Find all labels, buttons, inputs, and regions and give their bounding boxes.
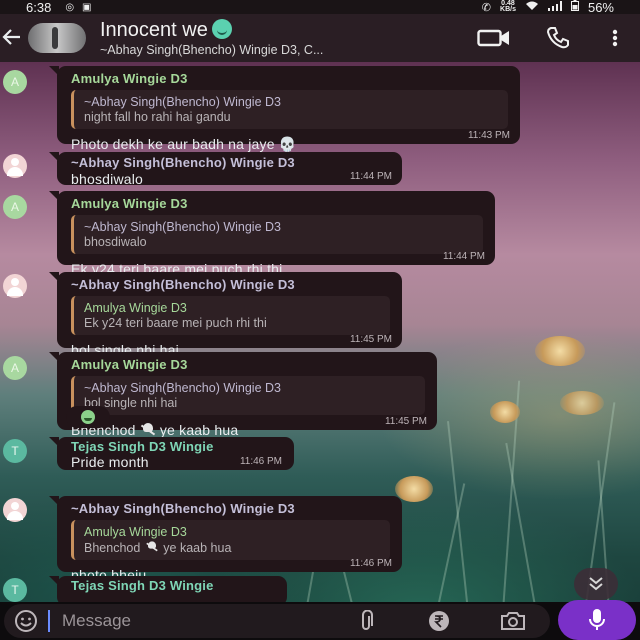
quote-text: night fall ho rahi hai gandu <box>84 110 231 124</box>
message-bubble[interactable]: Amulya Wingie D3 ~Abhay Singh(Bhencho) W… <box>49 352 437 438</box>
sender-avatar[interactable] <box>3 498 27 522</box>
message-list[interactable]: A Amulya Wingie D3 ~Abhay Singh(Bhencho)… <box>0 62 640 602</box>
message-bubble[interactable]: Amulya Wingie D3 ~Abhay Singh(Bhencho) W… <box>49 66 520 152</box>
message-text: Bhenchod ye kaab hua <box>71 422 425 438</box>
sender-name[interactable]: ~Abhay Singh(Bhencho) Wingie D3 <box>71 155 390 170</box>
sender-name[interactable]: ~Abhay Singh(Bhencho) Wingie D3 <box>71 501 390 516</box>
composer-bar <box>0 602 640 640</box>
sender-avatar[interactable]: A <box>3 356 27 380</box>
rupee-payment-icon[interactable] <box>402 609 476 633</box>
message-text-content: Photo dekh ke aur badh na jaye <box>71 136 275 152</box>
skull-emoji-icon: 💀 <box>278 136 297 152</box>
message-time: 11:46 PM <box>239 456 282 467</box>
attach-icon[interactable] <box>330 610 402 632</box>
header-actions <box>462 26 640 50</box>
group-title-text: Innocent we <box>100 19 208 41</box>
voice-call-icon[interactable] <box>526 26 590 50</box>
status-right: ✆ 0.48 KB/s 56% <box>482 0 614 15</box>
quote-text: bhosdiwalo <box>84 235 147 249</box>
status-time: 6:38 <box>26 0 52 15</box>
call-status-icon: ✆ <box>481 1 492 14</box>
quote-author: ~Abhay Singh(Bhencho) Wingie D3 <box>84 381 281 395</box>
message-input[interactable] <box>48 610 330 632</box>
sender-name[interactable]: Amulya Wingie D3 <box>71 196 483 211</box>
quoted-message[interactable]: ~Abhay Singh(Bhencho) Wingie D3 bol sing… <box>71 376 425 415</box>
network-speed: 0.48 KB/s <box>500 0 516 13</box>
group-title: Innocent we <box>100 19 400 42</box>
quote-text: Bhenchod ye kaab hua <box>84 540 382 555</box>
net-speed-unit: KB/s <box>500 6 516 13</box>
quote-text: bol single nhi hai <box>84 396 178 410</box>
relieved-face-emoji-icon <box>211 19 232 39</box>
grin-emoji-icon <box>81 410 95 424</box>
quote-author: Amulya Wingie D3 <box>84 525 187 539</box>
message-time: 11:45 PM <box>349 334 392 345</box>
group-info[interactable]: Innocent we ~Abhay Singh(Bhencho) Wingie… <box>100 19 400 57</box>
quote-text-before: Bhenchod <box>84 541 141 555</box>
notification-icons: ◎ ▣ <box>65 2 91 13</box>
group-members: ~Abhay Singh(Bhencho) Wingie D3, C... <box>100 43 324 57</box>
sender-avatar[interactable] <box>3 274 27 298</box>
skull-crossbones-icon <box>140 423 156 437</box>
sender-name[interactable]: Tejas Singh D3 Wingie <box>71 578 275 593</box>
sender-name[interactable]: Tejas Singh D3 Wingie <box>71 439 282 454</box>
quote-author: ~Abhay Singh(Bhencho) Wingie D3 <box>84 220 281 234</box>
chat-header: Innocent we ~Abhay Singh(Bhencho) Wingie… <box>0 14 640 62</box>
mic-icon <box>589 609 605 630</box>
quote-author: Amulya Wingie D3 <box>84 301 187 315</box>
message-text-after: ye kaab hua <box>159 422 239 438</box>
quote-text-after: ye kaab hua <box>163 541 232 555</box>
sender-avatar[interactable]: A <box>3 70 27 94</box>
message-time: 11:44 PM <box>349 171 392 182</box>
message-bubble[interactable]: Tejas Singh D3 Wingie Pride month 11:46 … <box>49 437 294 470</box>
sender-name[interactable]: Amulya Wingie D3 <box>71 71 508 86</box>
composer-pill <box>4 604 550 638</box>
quoted-message[interactable]: Amulya Wingie D3 Bhenchod ye kaab hua <box>71 520 390 560</box>
message-bubble[interactable]: ~Abhay Singh(Bhencho) Wingie D3 Amulya W… <box>49 272 402 358</box>
sender-avatar[interactable] <box>3 154 27 178</box>
sender-name[interactable]: Amulya Wingie D3 <box>71 357 425 372</box>
instagram-icon: ◎ <box>65 1 75 13</box>
message-reaction[interactable] <box>66 406 110 428</box>
skull-crossbones-icon <box>145 541 158 552</box>
sender-avatar[interactable]: T <box>3 578 27 602</box>
scroll-down-button[interactable] <box>574 568 618 600</box>
more-options-icon[interactable] <box>590 29 640 47</box>
camera-icon[interactable] <box>476 610 550 632</box>
message-time: 11:43 PM <box>467 130 510 141</box>
message-time: 11:46 PM <box>349 558 392 569</box>
quoted-message[interactable]: ~Abhay Singh(Bhencho) Wingie D3 night fa… <box>71 90 508 129</box>
group-avatar[interactable] <box>28 23 86 53</box>
message-time: 11:44 PM <box>442 251 485 262</box>
sender-avatar[interactable]: A <box>3 195 27 219</box>
sender-name[interactable]: ~Abhay Singh(Bhencho) Wingie D3 <box>71 277 390 292</box>
quoted-message[interactable]: Amulya Wingie D3 Ek y24 teri baare mei p… <box>71 296 390 335</box>
message-text: Photo dekh ke aur badh na jaye 💀 <box>71 136 508 153</box>
message-time: 11:45 PM <box>384 416 427 427</box>
video-call-icon[interactable] <box>462 28 526 48</box>
mic-button[interactable] <box>558 600 636 640</box>
quoted-message[interactable]: ~Abhay Singh(Bhencho) Wingie D3 bhosdiwa… <box>71 215 483 254</box>
message-bubble[interactable]: ~Abhay Singh(Bhencho) Wingie D3 Amulya W… <box>49 496 402 583</box>
quote-text: Ek y24 teri baare mei puch rhi thi <box>84 316 267 330</box>
scroll-down-icon <box>589 577 603 591</box>
signal-icon <box>547 0 562 14</box>
sender-avatar[interactable]: T <box>3 439 27 463</box>
quote-author: ~Abhay Singh(Bhencho) Wingie D3 <box>84 95 281 109</box>
battery-percent: 56% <box>587 0 614 15</box>
email-icon: ▣ <box>82 1 92 13</box>
message-bubble[interactable]: ~Abhay Singh(Bhencho) Wingie D3 bhosdiwa… <box>49 152 402 187</box>
emoji-icon[interactable] <box>4 609 48 633</box>
message-bubble[interactable]: Amulya Wingie D3 ~Abhay Singh(Bhencho) W… <box>49 191 495 277</box>
status-bar: 6:38 ◎ ▣ ✆ 0.48 KB/s 56% <box>0 0 640 15</box>
battery-icon <box>570 0 579 14</box>
message-text: bhosdiwalo <box>71 171 144 187</box>
wifi-icon <box>525 1 539 14</box>
message-bubble[interactable]: Tejas Singh D3 Wingie <box>49 576 287 602</box>
back-arrow-icon[interactable] <box>2 23 24 54</box>
